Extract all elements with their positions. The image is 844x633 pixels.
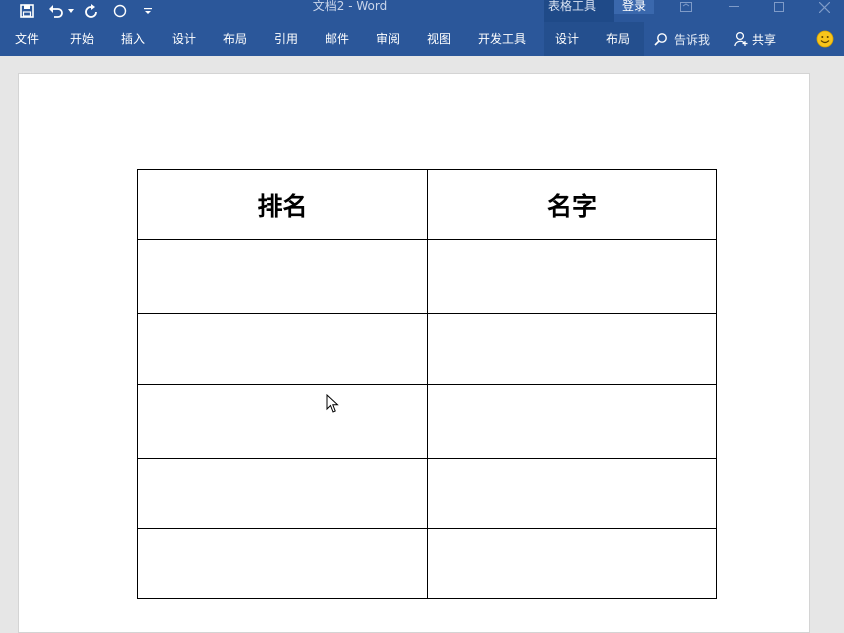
table-row [137, 528, 717, 599]
tab-file[interactable]: 文件 [15, 22, 39, 56]
ribbon-options-icon [680, 2, 692, 12]
table-tools-label: 表格工具 [548, 0, 597, 13]
tab-review[interactable]: 审阅 [376, 22, 400, 56]
table-cell[interactable] [137, 458, 428, 529]
tab-table-layout[interactable]: 布局 [606, 22, 630, 56]
minimize-button[interactable] [716, 0, 752, 14]
header-name: 名字 [546, 191, 597, 221]
share-button[interactable]: 共享 [734, 22, 776, 56]
login-button[interactable]: 登录 [614, 0, 654, 14]
tab-insert[interactable]: 插入 [121, 22, 145, 56]
maximize-button[interactable] [761, 0, 797, 14]
share-label: 共享 [752, 32, 777, 47]
table-cell[interactable]: 名字 [427, 169, 717, 240]
tab-table-design[interactable]: 设计 [555, 22, 579, 56]
close-icon [818, 1, 830, 13]
tab-layout[interactable]: 布局 [223, 22, 247, 56]
table-cell[interactable] [427, 313, 717, 385]
minimize-icon [729, 6, 739, 7]
table-row [137, 458, 717, 529]
table-cell[interactable] [137, 239, 428, 314]
table-row [137, 239, 717, 314]
table-cell[interactable] [427, 239, 717, 314]
table-cell[interactable]: 排名 [137, 169, 428, 240]
table-cell[interactable] [427, 384, 717, 459]
ribbon-display-options-button[interactable] [668, 0, 704, 14]
tab-home[interactable]: 开始 [70, 22, 94, 56]
mouse-pointer-icon [326, 394, 339, 413]
tell-me-label: 告诉我 [674, 32, 711, 47]
tab-mailings[interactable]: 邮件 [325, 22, 349, 56]
tell-me-search[interactable]: 告诉我 [654, 22, 710, 56]
document-table[interactable]: 排名 名字 [137, 169, 717, 599]
table-cell[interactable] [137, 313, 428, 385]
table-cell[interactable] [427, 528, 717, 599]
tab-design[interactable]: 设计 [172, 22, 196, 56]
table-row [137, 313, 717, 385]
table-row [137, 384, 717, 459]
person-icon [734, 31, 748, 47]
close-button[interactable] [806, 0, 842, 14]
table-cell[interactable] [137, 384, 428, 459]
table-header-row: 排名 名字 [137, 169, 717, 240]
feedback-smiley-icon[interactable] [816, 30, 834, 48]
tab-view[interactable]: 视图 [427, 22, 451, 56]
search-icon [654, 33, 667, 46]
tab-developer[interactable]: 开发工具 [478, 22, 526, 56]
header-rank: 排名 [257, 191, 308, 221]
table-cell[interactable] [427, 458, 717, 529]
maximize-icon [774, 2, 784, 12]
tab-references[interactable]: 引用 [274, 22, 298, 56]
table-cell[interactable] [137, 528, 428, 599]
